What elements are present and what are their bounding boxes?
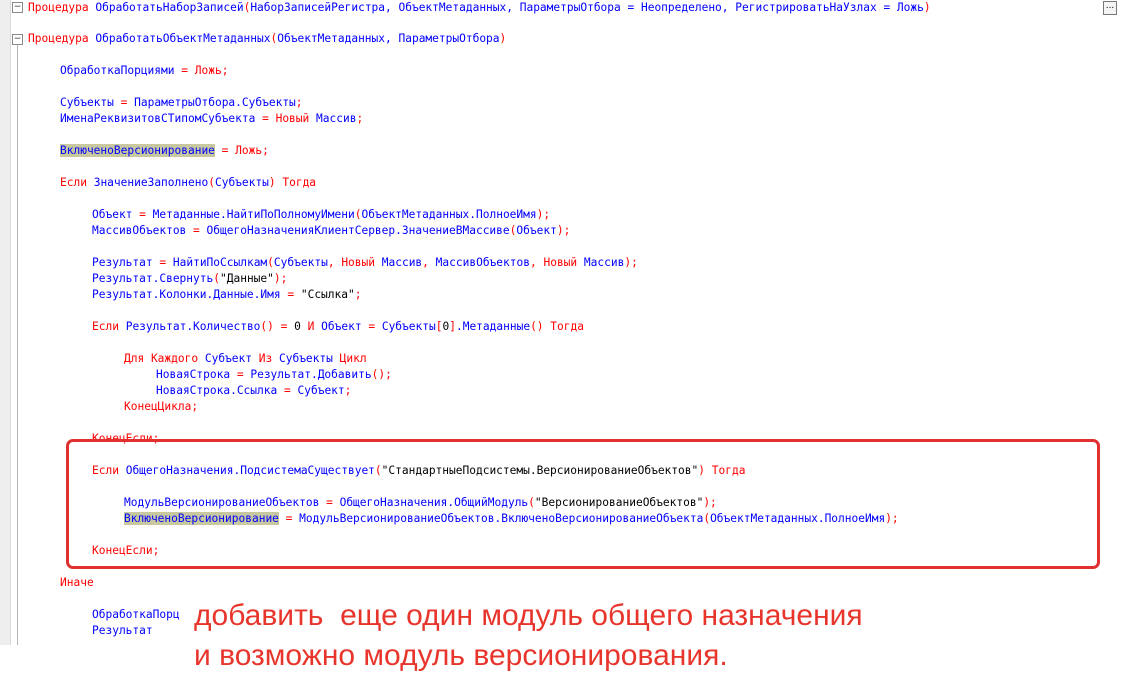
procedure-params: НаборЗаписейРегистра, ОбъектМетаданных, … bbox=[250, 1, 924, 14]
code-line: МассивОбъектов = ОбщегоНазначенияКлиентС… bbox=[92, 224, 571, 237]
code-line: Иначе bbox=[60, 576, 94, 589]
code-line: НоваяСтрока = Результат.Добавить(); bbox=[156, 368, 392, 381]
code-line: ОбработкаПорциями = Ложь; bbox=[60, 64, 229, 77]
procedure-name: ОбработатьНаборЗаписей bbox=[95, 1, 244, 14]
code-line-proc2: Процедура ОбработатьОбъектМетаданных(Объ… bbox=[28, 32, 507, 45]
code-line: Результат = НайтиПоСсылкам(Субъекты, Нов… bbox=[92, 256, 638, 269]
code-line: Результат.Свернуть("Данные"); bbox=[92, 272, 288, 285]
keyword: Процедура bbox=[28, 32, 89, 45]
code-line: НоваяСтрока.Ссылка = Субъект; bbox=[156, 384, 352, 397]
ellipsis-button[interactable]: ... bbox=[1103, 1, 1117, 15]
code-line: Результат.Колонки.Данные.Имя = "Ссылка"; bbox=[92, 288, 362, 301]
code-line: КонецЦикла; bbox=[124, 400, 199, 413]
code-line: Результат bbox=[92, 624, 153, 637]
fold-guide-line bbox=[17, 45, 18, 645]
keyword: Процедура bbox=[28, 1, 89, 14]
annotation-box bbox=[66, 439, 1100, 569]
code-line: ВключеноВерсионирование = Ложь; bbox=[60, 144, 269, 157]
code-line: Если ЗначениеЗаполнено(Субъекты) Тогда bbox=[60, 176, 317, 189]
procedure-name: ОбработатьОбъектМетаданных bbox=[95, 32, 271, 45]
annotation-line-1: добавить еще один модуль общего назначен… bbox=[194, 599, 863, 632]
code-line-proc1: Процедура ОбработатьНаборЗаписей(НаборЗа… bbox=[28, 1, 931, 14]
annotation-line-2: и возможно модуль версионирования. bbox=[194, 639, 728, 672]
editor-gutter bbox=[0, 0, 11, 645]
code-line: Субъекты = ПараметрыОтбора.Субъекты; bbox=[60, 96, 303, 109]
code-line: Для Каждого Субъект Из Субъекты Цикл bbox=[124, 352, 367, 365]
code-line: ОбработкаПорц bbox=[92, 608, 180, 621]
collapse-icon[interactable]: − bbox=[12, 34, 23, 45]
collapse-icon[interactable]: − bbox=[12, 2, 23, 13]
code-line: Если Результат.Количество() = 0 И Объект… bbox=[92, 320, 584, 333]
code-line: ИменаРеквизитовСТипомСубъекта = Новый Ма… bbox=[60, 112, 364, 125]
code-line: Объект = Метаданные.НайтиПоПолномуИмени(… bbox=[92, 208, 551, 221]
search-highlight: ВключеноВерсионирование bbox=[60, 144, 215, 157]
procedure-params: ОбъектМетаданных, ПараметрыОтбора bbox=[277, 32, 500, 45]
annotation-text: добавить еще один модуль общего назначен… bbox=[194, 596, 863, 676]
